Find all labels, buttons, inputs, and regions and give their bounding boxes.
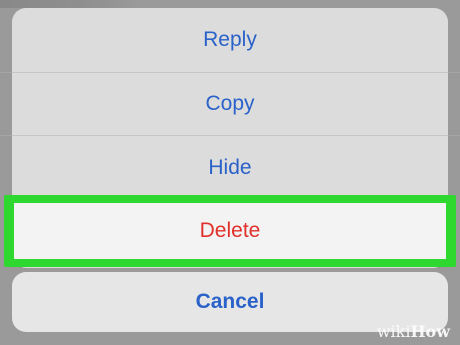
hide-button[interactable]: Hide <box>12 136 448 200</box>
watermark-prefix: wiki <box>376 322 411 341</box>
copy-button[interactable]: Copy <box>12 73 448 135</box>
hide-label: Hide <box>208 156 252 179</box>
wikihow-watermark: wikiHow <box>377 322 450 341</box>
delete-button[interactable]: Delete <box>14 203 446 259</box>
reply-label: Reply <box>203 28 257 51</box>
cancel-label: Cancel <box>195 290 265 313</box>
delete-label: Delete <box>199 219 261 242</box>
copy-label: Copy <box>205 92 255 115</box>
reply-button[interactable]: Reply <box>12 8 448 72</box>
background-content <box>0 0 140 8</box>
watermark-suffix: How <box>410 322 450 341</box>
